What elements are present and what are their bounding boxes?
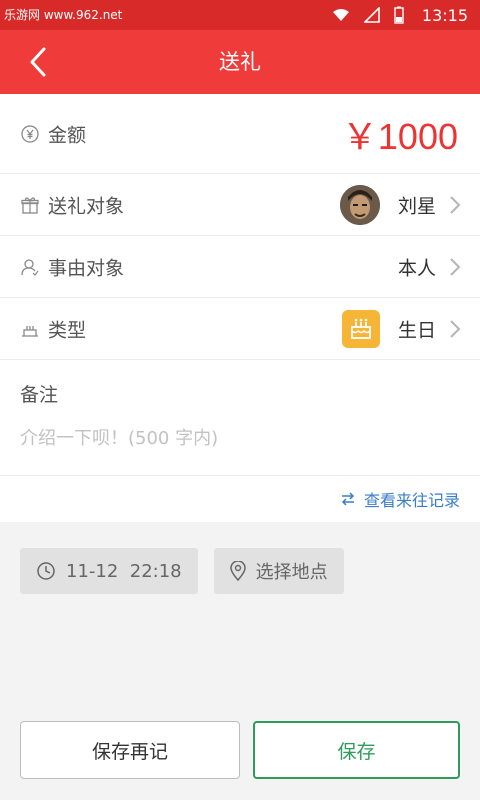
- type-row[interactable]: 类型 生日: [0, 298, 480, 360]
- location-value: 选择地点: [255, 562, 328, 583]
- history-link[interactable]: 查看来往记录: [340, 487, 460, 511]
- history-row: 查看来往记录: [0, 476, 480, 522]
- reason-target-label: 事由对象: [48, 257, 125, 279]
- save-and-continue-button[interactable]: 保存再记: [20, 721, 240, 779]
- location-chip[interactable]: 选择地点: [213, 548, 344, 594]
- amount-label: 金额: [48, 124, 87, 146]
- wifi-icon: [332, 9, 349, 21]
- type-value: 生日: [397, 319, 436, 341]
- location-pin-icon: [229, 561, 246, 581]
- reason-target-value: 本人: [397, 257, 436, 279]
- notes-input[interactable]: [20, 428, 450, 449]
- type-label: 类型: [48, 319, 87, 341]
- gift-icon: [20, 195, 40, 215]
- reason-target-row[interactable]: 事由对象 本人: [0, 236, 480, 298]
- amount-value[interactable]: ￥1000: [342, 108, 458, 160]
- clock-icon: [37, 562, 55, 580]
- type-icon: [20, 319, 40, 339]
- amount-row[interactable]: 金额 ￥1000: [0, 94, 480, 174]
- chevron-right-icon: [450, 195, 461, 214]
- gift-form: 金额 ￥1000 送礼对象 刘星 事由对象 本人 类型 生日 备注 介绍一下呗！…: [0, 94, 480, 522]
- signal-icon: [363, 7, 380, 23]
- history-link-label: 查看来往记录: [363, 491, 460, 510]
- watermark-text: 乐游网 www.962.net: [4, 8, 123, 22]
- recipient-label: 送礼对象: [48, 195, 125, 217]
- person-icon: [20, 257, 40, 277]
- yen-icon: [20, 124, 40, 144]
- chevron-right-icon: [450, 319, 461, 338]
- status-icons: 13:15: [332, 0, 468, 30]
- chevron-right-icon: [450, 257, 461, 276]
- datetime-value: 11-12 22:18: [66, 560, 182, 582]
- recipient-value: 刘星: [397, 195, 436, 217]
- meta-chips: 11-12 22:18 选择地点: [20, 548, 344, 594]
- battery-icon: [394, 6, 404, 24]
- save-button[interactable]: 保存: [253, 721, 460, 779]
- notes-section: 备注: [0, 360, 480, 476]
- page-title: 送礼: [219, 50, 261, 74]
- avatar: [340, 184, 380, 225]
- clock-time: 13:15: [421, 5, 468, 25]
- nav-bar: 送礼: [0, 30, 480, 94]
- swap-icon: [341, 492, 355, 506]
- datetime-chip[interactable]: 11-12 22:18: [20, 548, 198, 594]
- status-bar: 乐游网 www.962.net 13:15: [0, 0, 480, 30]
- recipient-row[interactable]: 送礼对象 刘星: [0, 174, 480, 236]
- bottom-actions: 保存再记 保存: [20, 721, 460, 779]
- birthday-cake-icon: [342, 309, 380, 348]
- notes-label: 备注: [20, 384, 59, 406]
